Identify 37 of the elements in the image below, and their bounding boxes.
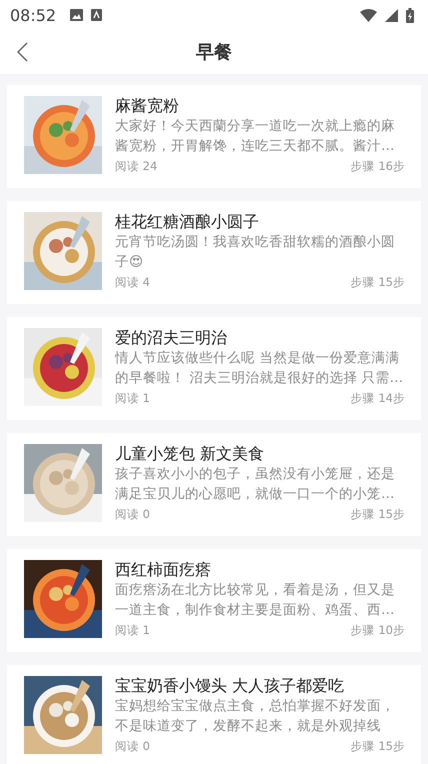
step-count: 步骤 14步 <box>350 390 405 406</box>
recipe-card[interactable]: 爱的沼夫三明治 情人节应该做些什么呢 当然是做一份爱意满满的早餐啦！ 沼夫三明治就是很好的选择 只需… 阅读 1 步骤 14步 <box>7 317 421 420</box>
recipe-title: 儿童小笼包 新文美食 <box>115 444 266 464</box>
recipe-description: 孩子喜欢小小的包子，虽然没有小笼屉，还是满足宝贝儿的心愿吧，就做一口一个的小笼… <box>115 465 396 504</box>
read-count: 阅读 1 <box>115 390 150 406</box>
recipe-card[interactable]: 麻酱宽粉 大家好！今天西蘭分享一道吃一次就上瘾的麻酱宽粉，开胃解馋，连吃三天都不腻。酱汁… 阅读 24 步骤 16步 <box>7 85 421 188</box>
step-count: 步骤 15步 <box>350 738 405 754</box>
back-icon[interactable] <box>16 42 28 62</box>
step-count: 步骤 15步 <box>350 274 405 290</box>
status-time: 08:52 <box>10 6 56 24</box>
read-count: 阅读 1 <box>115 622 150 638</box>
recipe-title: 麻酱宽粉 <box>115 96 180 116</box>
recipe-description: 面疙瘩汤在北方比较常见，看着是汤，但又是一道主食，制作食材主要是面粉、鸡蛋、西… <box>115 581 396 620</box>
image-icon <box>70 9 84 21</box>
recipe-title: 桂花红糖酒酿小圆子 <box>115 212 260 232</box>
recipe-description: 宝妈想给宝宝做点主食，总怕掌握不好发面，不是味道变了，发酵不起来，就是外观掉线 <box>115 697 396 736</box>
step-count: 步骤 10步 <box>350 622 405 638</box>
recipe-description: 大家好！今天西蘭分享一道吃一次就上瘾的麻酱宽粉，开胃解馋，连吃三天都不腻。酱汁… <box>115 117 396 156</box>
read-count: 阅读 24 <box>115 158 158 174</box>
recipe-description: 情人节应该做些什么呢 当然是做一份爱意满满的早餐啦！ 沼夫三明治就是很好的选择 只需… <box>115 349 404 388</box>
read-count: 阅读 0 <box>115 506 150 522</box>
step-count: 步骤 15步 <box>350 506 405 522</box>
recipe-title: 西红柿面疙瘩 <box>115 560 212 580</box>
recipe-title: 爱的沼夫三明治 <box>115 328 228 348</box>
step-count: 步骤 16步 <box>350 158 405 174</box>
signal-icon <box>385 8 398 22</box>
recipe-card[interactable]: 宝宝奶香小馒头 大人孩子都爱吃 宝妈想给宝宝做点主食，总怕掌握不好发面，不是味道变了，发酵不起来，就是外观掉线 阅读 0 步骤 15步 <box>7 665 421 764</box>
recipe-card[interactable]: 桂花红糖酒酿小圆子 元宵节吃汤圆！我喜欢吃香甜软糯的酒酿小圆子😍 阅读 4 步骤 15步 <box>7 201 421 304</box>
recipe-card[interactable]: 儿童小笼包 新文美食 孩子喜欢小小的包子，虽然没有小笼屉，还是满足宝贝儿的心愿吧，就做一口一个的小笼… 阅读 0 步骤 15步 <box>7 433 421 536</box>
recipe-card[interactable]: 西红柿面疙瘩 面疙瘩汤在北方比较常见，看着是汤，但又是一道主食，制作食材主要是面粉、鸡蛋、西… 阅读 1 步骤 10步 <box>7 549 421 652</box>
battery-icon <box>406 8 414 22</box>
read-count: 阅读 0 <box>115 738 150 754</box>
recipe-title: 宝宝奶香小馒头 大人孩子都爱吃 <box>115 676 346 696</box>
recipe-description: 元宵节吃汤圆！我喜欢吃香甜软糯的酒酿小圆子😍 <box>115 233 396 272</box>
wifi-icon <box>360 8 377 22</box>
read-count: 阅读 4 <box>115 274 150 290</box>
page-title: 早餐 <box>196 41 232 64</box>
